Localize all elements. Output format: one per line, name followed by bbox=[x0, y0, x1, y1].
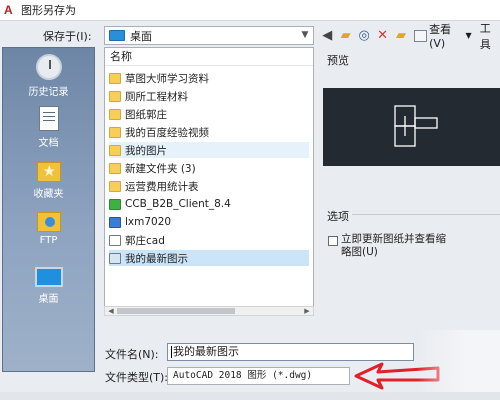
file-name: lxm7020 bbox=[125, 216, 172, 228]
right-edge-fade bbox=[417, 330, 500, 392]
place-ftp[interactable]: FTP bbox=[3, 208, 94, 246]
file-name: 图纸郭庄 bbox=[125, 108, 167, 121]
view-menu-button[interactable]: 查看(V) ▼ bbox=[414, 21, 472, 50]
folder-icon bbox=[109, 72, 121, 84]
chevron-down-icon[interactable]: ▼ bbox=[299, 29, 311, 42]
folder-icon bbox=[109, 144, 121, 156]
scroll-left-icon[interactable]: ◀ bbox=[106, 306, 116, 316]
file-name: 我的图片 bbox=[125, 144, 167, 157]
chevron-down-icon: ▼ bbox=[465, 31, 472, 40]
place-label: 文档 bbox=[38, 138, 59, 149]
update-thumbnail-label[interactable]: 立即更新图纸并查看缩略图(U) bbox=[341, 233, 451, 259]
places-bar: 历史记录 文档 收藏夹 FTP 桌面 bbox=[2, 47, 95, 372]
list-item[interactable]: CCB_B2B_Client_8.4 bbox=[109, 196, 309, 212]
search-icon: ◎ bbox=[358, 28, 370, 43]
file-list[interactable]: 名称 草图大师学习资料 厕所工程材料 图纸郭庄 我的百度经验视频 我的图片 新建… bbox=[104, 47, 314, 315]
desktop-icon bbox=[34, 267, 63, 287]
filetype-label: 文件类型(T): bbox=[105, 371, 169, 384]
favorites-icon bbox=[36, 162, 61, 182]
options-label: 选项 bbox=[327, 210, 349, 223]
list-item[interactable]: 厕所工程材料 bbox=[109, 88, 309, 104]
toolbar: 保存于(I): 桌面 ▼ ◀ ▰ ◎ ✕ ▰ 查看(V) ▼ 工具 bbox=[0, 20, 500, 51]
options-divider bbox=[352, 214, 500, 215]
folder-icon bbox=[109, 108, 121, 120]
place-label: 收藏夹 bbox=[33, 189, 64, 200]
search-web-button[interactable]: ◎ bbox=[355, 26, 373, 45]
shortcut-blue-icon bbox=[109, 216, 121, 228]
up-folder-button[interactable]: ▰ bbox=[336, 26, 354, 45]
preview-panel bbox=[323, 88, 500, 166]
save-in-value: 桌面 bbox=[130, 29, 152, 43]
file-name: CCB_B2B_Client_8.4 bbox=[125, 198, 231, 210]
view-icon bbox=[414, 29, 428, 42]
folder-icon bbox=[109, 180, 121, 192]
ftp-icon bbox=[36, 212, 61, 232]
folder-up-icon: ▰ bbox=[340, 28, 351, 43]
file-name: 我的百度经验视频 bbox=[125, 126, 209, 139]
text-caret bbox=[171, 346, 172, 358]
scroll-thumb[interactable] bbox=[117, 308, 235, 314]
place-label: FTP bbox=[39, 235, 58, 246]
autocad-logo-icon: A bbox=[4, 3, 13, 17]
save-in-label: 保存于(I): bbox=[43, 30, 92, 43]
file-name: 新建文件夹 (3) bbox=[125, 162, 196, 175]
list-item[interactable]: 草图大师学习资料 bbox=[109, 70, 309, 86]
tools-menu-label: 工具 bbox=[479, 21, 491, 51]
arrow-left-icon: ◀ bbox=[322, 28, 333, 43]
place-history[interactable]: 历史记录 bbox=[3, 54, 94, 98]
dwg-file-icon bbox=[109, 252, 121, 264]
list-item-selected[interactable]: 我的最新图示 bbox=[109, 250, 309, 266]
bottom-strip bbox=[0, 392, 500, 400]
place-documents[interactable]: 文档 bbox=[3, 106, 94, 149]
column-header-name[interactable]: 名称 bbox=[105, 48, 313, 66]
place-desktop[interactable]: 桌面 bbox=[3, 263, 94, 305]
folder-icon bbox=[109, 162, 121, 174]
file-name: 我的最新图示 bbox=[125, 252, 188, 265]
place-favorites[interactable]: 收藏夹 bbox=[3, 158, 94, 200]
back-button[interactable]: ◀ bbox=[318, 26, 336, 45]
list-item[interactable]: lxm7020 bbox=[109, 214, 309, 230]
shortcut-green-icon bbox=[109, 198, 121, 210]
list-item[interactable]: 图纸郭庄 bbox=[109, 106, 309, 122]
place-label: 历史记录 bbox=[28, 87, 69, 98]
horizontal-scrollbar[interactable]: ◀ ▶ bbox=[104, 306, 314, 316]
preview-label: 预览 bbox=[327, 54, 349, 67]
history-icon bbox=[35, 54, 62, 80]
window-title: 图形另存为 bbox=[21, 4, 76, 17]
list-item[interactable]: 郭庄cad bbox=[109, 232, 309, 248]
save-in-dropdown[interactable]: 桌面 ▼ bbox=[104, 26, 314, 45]
filetype-value: AutoCAD 2018 图形 (*.dwg) bbox=[173, 370, 313, 381]
list-item[interactable]: 我的图片 bbox=[109, 142, 309, 158]
new-folder-icon: ▰ bbox=[396, 28, 407, 43]
document-icon bbox=[38, 106, 59, 131]
filename-value: 我的最新图示 bbox=[173, 345, 239, 358]
close-icon: ✕ bbox=[377, 28, 389, 43]
drawing-thumbnail bbox=[394, 105, 438, 147]
toolbar-buttons: ◀ ▰ ◎ ✕ ▰ 查看(V) ▼ 工具 bbox=[318, 22, 500, 51]
list-item[interactable]: 运营费用统计表 bbox=[109, 178, 309, 194]
file-name: 郭庄cad bbox=[125, 234, 165, 247]
filetype-dropdown[interactable]: AutoCAD 2018 图形 (*.dwg) bbox=[167, 367, 350, 385]
scroll-right-icon[interactable]: ▶ bbox=[302, 306, 312, 316]
tools-menu-button[interactable]: 工具 bbox=[480, 20, 500, 52]
place-label: 桌面 bbox=[38, 294, 59, 305]
file-name: 运营费用统计表 bbox=[125, 180, 199, 193]
list-item[interactable]: 新建文件夹 (3) bbox=[109, 160, 309, 176]
new-folder-button[interactable]: ▰ bbox=[392, 26, 410, 45]
filename-label: 文件名(N): bbox=[105, 348, 159, 361]
update-thumbnail-checkbox[interactable] bbox=[328, 236, 338, 246]
folder-icon bbox=[109, 126, 121, 138]
folder-icon bbox=[109, 90, 121, 102]
delete-button[interactable]: ✕ bbox=[373, 26, 391, 45]
dwg-file-icon bbox=[109, 234, 121, 246]
file-name: 草图大师学习资料 bbox=[125, 72, 209, 85]
list-item[interactable]: 我的百度经验视频 bbox=[109, 124, 309, 140]
desktop-folder-icon bbox=[109, 30, 125, 41]
title-bar: A 图形另存为 bbox=[0, 0, 500, 20]
file-name: 厕所工程材料 bbox=[125, 90, 188, 103]
view-menu-label: 查看(V) bbox=[429, 23, 452, 50]
